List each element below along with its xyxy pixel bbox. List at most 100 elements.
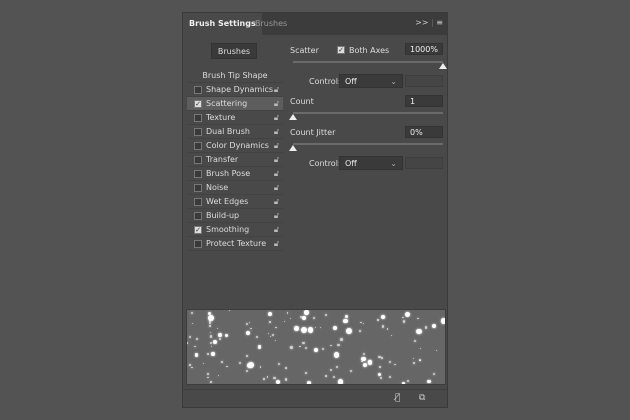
list-item-wet-edges[interactable]: Wet Edges 🔓︎ [187,195,283,209]
brush-dab [286,312,289,314]
brush-dab [216,327,219,330]
checkbox[interactable] [194,128,202,136]
checkbox[interactable] [194,142,202,150]
list-item-smoothing[interactable]: ✓ Smoothing 🔓︎ [187,223,283,237]
brush-dab [394,364,396,366]
brush-dab [381,357,383,359]
tab-bar: Brush Settings Brushes >> | ≡ [183,13,447,35]
scatter-control-value: Off [345,77,357,86]
brush-dab [275,380,280,384]
brush-dab [245,369,249,373]
count-jitter-slider-thumb[interactable] [289,145,297,151]
brush-dab [189,364,191,367]
checkbox[interactable] [194,170,202,178]
toggle-live-tip-preview-icon[interactable]: 👁̸ [395,393,400,403]
checkbox[interactable] [194,198,202,206]
brush-dab [310,332,312,334]
lock-icon[interactable]: 🔓︎ [274,111,279,125]
brush-dab [275,326,277,329]
checkbox[interactable] [194,86,202,94]
list-item-build-up[interactable]: Build-up 🔓︎ [187,209,283,223]
lock-icon[interactable]: 🔓︎ [274,181,279,195]
list-item-brush-pose[interactable]: Brush Pose 🔓︎ [187,167,283,181]
scatter-input[interactable]: 1000% [405,43,443,55]
panel-menu-icon[interactable]: ≡ [436,18,443,27]
count-label: Count [290,97,314,106]
tab-brushes[interactable]: Brushes [249,13,293,35]
brush-dab [381,325,385,328]
brush-dab [343,318,349,324]
brush-dab [402,381,406,384]
brush-dab [330,345,332,347]
brush-dab [194,353,199,358]
scatter-slider-thumb[interactable] [439,63,447,69]
lock-icon[interactable]: 🔓︎ [274,139,279,153]
count-jitter-control-dropdown[interactable]: Off ⌄ [339,156,403,170]
list-item-texture[interactable]: Texture 🔓︎ [187,111,283,125]
brush-tip-shape-item[interactable]: Brush Tip Shape [187,69,283,83]
checkbox[interactable] [194,114,202,122]
item-label: Wet Edges [206,197,249,206]
count-jitter-input[interactable]: 0% [405,126,443,138]
brush-dab [362,322,365,324]
count-jitter-slider[interactable] [293,143,443,145]
checkbox[interactable] [194,240,202,248]
list-item-shape-dynamics[interactable]: Shape Dynamics 🔓︎ [187,83,283,97]
checkbox[interactable] [194,184,202,192]
lock-icon[interactable]: 🔓︎ [274,223,279,237]
count-jitter-label: Count Jitter [290,128,336,137]
brush-dab [378,356,381,359]
brush-dab [194,345,196,348]
list-item-transfer[interactable]: Transfer 🔓︎ [187,153,283,167]
brush-dab [325,313,328,316]
lock-icon[interactable]: 🔓︎ [274,125,279,139]
list-item-protect-texture[interactable]: Protect Texture 🔓︎ [187,237,283,251]
brush-dab [321,347,325,351]
brush-dab [387,328,389,330]
chevron-down-icon: ⌄ [390,77,397,86]
lock-icon[interactable]: 🔓︎ [274,167,279,181]
brushes-button[interactable]: Brushes [211,43,257,59]
brush-dab [314,348,318,353]
brush-dab [191,366,194,369]
list-item-dual-brush[interactable]: Dual Brush 🔓︎ [187,125,283,139]
lock-icon[interactable]: 🔓︎ [274,237,279,251]
lock-icon[interactable]: 🔓︎ [274,97,279,111]
checkbox[interactable] [194,212,202,220]
item-label: Transfer [206,155,239,164]
lock-icon[interactable]: 🔓︎ [274,195,279,209]
create-new-brush-icon[interactable]: ⧉ [419,393,425,403]
lock-icon[interactable]: 🔓︎ [274,83,279,97]
scatter-control-label: Control: [309,77,341,86]
collapse-icon[interactable]: >> [415,18,428,27]
count-slider-thumb[interactable] [289,114,297,120]
brush-dab [312,316,315,319]
brush-dab [336,365,339,368]
brush-dab [267,332,269,334]
checkbox[interactable]: ✓ [194,226,202,234]
list-item-color-dynamics[interactable]: Color Dynamics 🔓︎ [187,139,283,153]
brush-dab [210,342,213,345]
brush-dab [402,320,406,323]
checkbox[interactable] [194,156,202,164]
brush-dab [267,311,273,317]
brush-dab [245,331,251,336]
lock-icon[interactable]: 🔓︎ [274,209,279,223]
count-slider[interactable] [293,112,443,114]
brush-dab [378,372,382,376]
scatter-control-dropdown[interactable]: Off ⌄ [339,74,403,88]
brush-dab [379,366,381,368]
list-item-noise[interactable]: Noise 🔓︎ [187,181,283,195]
count-input[interactable]: 1 [405,95,443,107]
brush-dab [304,372,307,374]
brush-dab [283,320,286,323]
both-axes-checkbox[interactable]: ✓ [337,46,345,54]
brush-dab [302,316,306,321]
lock-icon[interactable]: 🔓︎ [274,153,279,167]
list-item-scattering[interactable]: ✓ Scattering 🔓︎ [187,97,283,111]
brush-dab [404,312,411,318]
checkbox[interactable]: ✓ [194,100,202,108]
brush-dab [413,357,415,360]
brush-dab [431,323,436,328]
scatter-slider[interactable] [293,61,443,63]
